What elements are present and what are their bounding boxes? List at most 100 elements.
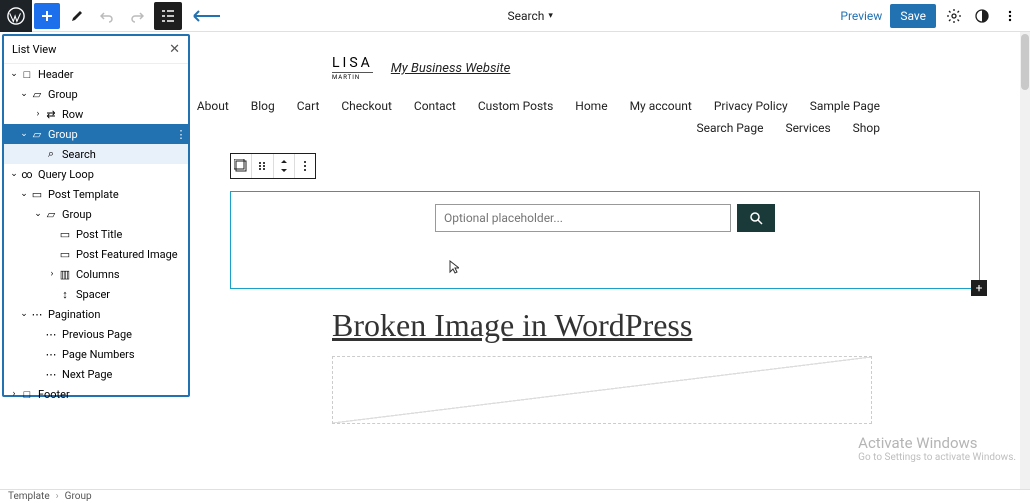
scrollbar-thumb[interactable] bbox=[1021, 34, 1029, 90]
nav-link-custom-posts[interactable]: Custom Posts bbox=[478, 99, 553, 113]
listview-item-label: Header bbox=[38, 68, 188, 81]
listview-item-search[interactable]: ⌕ Search bbox=[4, 144, 188, 164]
breadcrumb-item[interactable]: Template bbox=[8, 491, 50, 502]
drag-handle-icon[interactable] bbox=[252, 154, 273, 178]
listview-item-label: Group bbox=[48, 128, 174, 141]
block-type-icon: ▱ bbox=[30, 88, 44, 101]
search-input[interactable] bbox=[435, 204, 731, 232]
listview-item-label: Previous Page bbox=[62, 328, 188, 341]
nav-link-about[interactable]: About bbox=[197, 99, 229, 113]
listview-item-post-featured-image[interactable]: ▭Post Featured Image bbox=[4, 244, 188, 264]
settings-icon[interactable] bbox=[944, 6, 964, 26]
nav-link-my-account[interactable]: My account bbox=[630, 99, 692, 113]
watermark-line2: Go to Settings to activate Windows. bbox=[858, 452, 1016, 463]
toggle-icon[interactable]: ⌄ bbox=[18, 129, 30, 139]
search-submit-button[interactable] bbox=[737, 204, 775, 232]
listview-item-next-page[interactable]: ⋯Next Page bbox=[4, 364, 188, 384]
block-type-icon: ∞ bbox=[20, 168, 34, 181]
listview-item-query-loop[interactable]: ⌄∞Query Loop bbox=[4, 164, 188, 184]
more-options-icon[interactable] bbox=[1000, 6, 1020, 26]
listview-item-row[interactable]: ›⇄Row bbox=[4, 104, 188, 124]
listview-item-columns[interactable]: ›▥Columns bbox=[4, 264, 188, 284]
nav-link-cart[interactable]: Cart bbox=[297, 99, 320, 113]
listview-item-pagination[interactable]: ⌄⋯Pagination bbox=[4, 304, 188, 324]
toggle-icon[interactable]: › bbox=[32, 109, 44, 119]
block-type-icon: □ bbox=[20, 68, 34, 81]
breadcrumb-item[interactable]: Group bbox=[65, 491, 92, 502]
move-arrows-icon[interactable] bbox=[274, 154, 295, 178]
listview-item-spacer[interactable]: ↕Spacer bbox=[4, 284, 188, 304]
listview-item-label: Post Template bbox=[48, 188, 188, 201]
post-featured-image-placeholder[interactable] bbox=[332, 356, 872, 424]
logo-sub: MARTIN bbox=[332, 72, 373, 81]
list-view-title: List View bbox=[12, 43, 56, 56]
document-title[interactable]: Search ▾ bbox=[220, 9, 840, 23]
post-title[interactable]: Broken Image in WordPress bbox=[332, 307, 1030, 344]
listview-item-page-numbers[interactable]: ⋯ Page Numbers bbox=[4, 344, 188, 364]
toggle-icon[interactable]: › bbox=[46, 269, 58, 279]
listview-item-label: Page Numbers bbox=[62, 348, 188, 361]
site-title[interactable]: My Business Website bbox=[391, 61, 511, 76]
nav-link-contact[interactable]: Contact bbox=[414, 99, 456, 113]
site-logo[interactable]: LISA MARTIN bbox=[332, 56, 373, 81]
redo-button[interactable] bbox=[124, 3, 150, 29]
nav-link-services[interactable]: Services bbox=[785, 121, 830, 135]
item-more-icon[interactable]: ⋮ bbox=[174, 128, 188, 141]
wordpress-logo[interactable] bbox=[0, 0, 32, 32]
toggle-icon[interactable]: ⌄ bbox=[8, 169, 20, 179]
breadcrumb: Template › Group bbox=[0, 489, 1030, 503]
styles-icon[interactable] bbox=[972, 6, 992, 26]
listview-item-header[interactable]: ⌄□ Header bbox=[4, 64, 188, 84]
block-type-icon: ⇄ bbox=[44, 108, 58, 121]
nav-link-blog[interactable]: Blog bbox=[251, 99, 275, 113]
nav-link-shop[interactable]: Shop bbox=[853, 121, 880, 135]
block-more-icon[interactable] bbox=[295, 154, 315, 178]
block-type-icon: ▭ bbox=[58, 228, 72, 241]
toggle-icon[interactable]: ⌄ bbox=[18, 89, 30, 99]
close-icon[interactable]: ✕ bbox=[169, 42, 180, 57]
nav-link-privacy-policy[interactable]: Privacy Policy bbox=[714, 99, 788, 113]
undo-button[interactable] bbox=[94, 3, 120, 29]
windows-watermark: Activate Windows Go to Settings to activ… bbox=[858, 434, 1016, 463]
toggle-icon[interactable]: ⌄ bbox=[18, 309, 30, 319]
listview-item-label: Columns bbox=[76, 268, 188, 281]
toggle-icon[interactable]: ⌄ bbox=[8, 69, 20, 79]
block-type-icon: ▭ bbox=[30, 188, 44, 201]
toggle-icon[interactable]: ⌄ bbox=[32, 209, 44, 219]
listview-item-post-title[interactable]: ▭Post Title bbox=[4, 224, 188, 244]
block-type-icon: ⋯ bbox=[30, 308, 44, 321]
listview-item-label: Footer bbox=[38, 388, 188, 401]
listview-item-footer[interactable]: ›□ Footer bbox=[4, 384, 188, 404]
add-block-inline-button[interactable]: + bbox=[971, 280, 987, 296]
add-block-button[interactable] bbox=[34, 3, 60, 29]
logo-main: LISA bbox=[332, 56, 373, 70]
listview-item-group[interactable]: ⌄▱ Group bbox=[4, 84, 188, 104]
watermark-line1: Activate Windows bbox=[858, 434, 1016, 452]
toggle-icon[interactable]: › bbox=[8, 389, 20, 399]
block-type-icon: ↕ bbox=[58, 288, 72, 301]
nav-link-checkout[interactable]: Checkout bbox=[341, 99, 392, 113]
block-type-icon: □ bbox=[20, 388, 34, 401]
nav-link-sample-page[interactable]: Sample Page bbox=[810, 99, 880, 113]
listview-item-group[interactable]: ⌄▱Group bbox=[4, 204, 188, 224]
block-type-icon: ⋯ bbox=[44, 328, 58, 341]
nav-link-home[interactable]: Home bbox=[575, 99, 607, 113]
nav-link-search-page[interactable]: Search Page bbox=[696, 121, 763, 135]
edit-button[interactable] bbox=[64, 3, 90, 29]
vertical-scrollbar[interactable] bbox=[1020, 32, 1030, 489]
toggle-icon[interactable]: ⌄ bbox=[18, 189, 30, 199]
listview-item-label: Search bbox=[62, 148, 188, 161]
block-type-icon: ⌕ bbox=[44, 147, 58, 161]
block-type-icon: ▱ bbox=[30, 128, 44, 141]
block-type-icon: ⋯ bbox=[44, 348, 58, 361]
preview-link[interactable]: Preview bbox=[840, 9, 882, 23]
listview-item-label: Group bbox=[48, 88, 188, 101]
list-view-button[interactable] bbox=[154, 2, 182, 30]
listview-item-group[interactable]: ⌄▱ Group⋮ bbox=[4, 124, 188, 144]
group-block-selected[interactable]: + bbox=[230, 191, 980, 289]
listview-item-previous-page[interactable]: ⋯ Previous Page bbox=[4, 324, 188, 344]
save-button[interactable]: Save bbox=[890, 4, 936, 28]
listview-item-post-template[interactable]: ⌄▭ Post Template bbox=[4, 184, 188, 204]
chevron-down-icon: ▾ bbox=[548, 11, 553, 21]
block-type-icon[interactable] bbox=[231, 154, 252, 178]
